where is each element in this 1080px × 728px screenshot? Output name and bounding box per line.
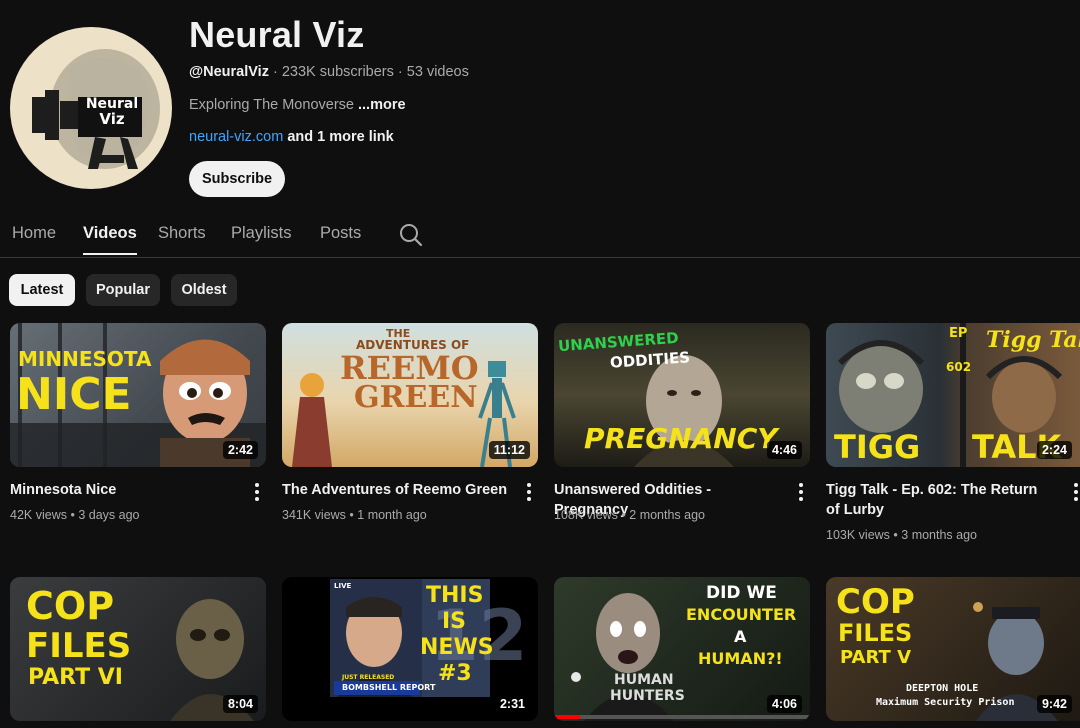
- video-title[interactable]: Minnesota Nice: [10, 480, 242, 500]
- video-duration: 8:04: [222, 695, 258, 713]
- tab-videos[interactable]: Videos: [83, 224, 137, 255]
- thumbnail-text: PART V: [840, 647, 911, 668]
- video-card: COP FILES PART VI 8:04: [10, 577, 266, 721]
- channel-website-link[interactable]: neural-viz.com: [189, 129, 283, 145]
- more-options-icon[interactable]: [522, 481, 536, 503]
- thumbnail-text: PART VI: [28, 665, 123, 690]
- thumbnail-text: MINNESOTA: [18, 347, 152, 371]
- tab-shorts[interactable]: Shorts: [158, 224, 206, 253]
- thumbnail-text: BOMBSHELL REPORT: [342, 683, 436, 692]
- thumbnail-text: HUMAN: [614, 672, 674, 688]
- channel-handle: @NeuralViz: [189, 64, 269, 80]
- thumbnail-text: #3: [438, 661, 472, 686]
- channel-name: Neural Viz: [189, 14, 365, 55]
- upload-age: 2 months ago: [629, 508, 706, 522]
- video-thumbnail[interactable]: LIVE 12 THIS IS NEWS #3 JUST RELEASED BO…: [282, 577, 538, 721]
- thumbnail-text: FILES: [26, 626, 132, 666]
- channel-tabs: Home Videos Shorts Playlists Posts: [0, 214, 1080, 258]
- thumbnail-text: Maximum Security Prison: [876, 697, 1015, 708]
- view-count: 108K views: [554, 508, 618, 522]
- chip-oldest[interactable]: Oldest: [171, 274, 237, 306]
- tab-posts[interactable]: Posts: [320, 224, 361, 253]
- video-card: UNANSWERED ODDITIES PREGNANCY 4:46 Unans…: [554, 323, 810, 522]
- video-duration: 2:24: [1036, 441, 1072, 459]
- video-duration: 9:42: [1036, 695, 1072, 713]
- thumbnail-text: NICE: [16, 369, 132, 420]
- thumbnail-text: LIVE: [334, 582, 352, 590]
- video-card: LIVE 12 THIS IS NEWS #3 JUST RELEASED BO…: [282, 577, 538, 721]
- view-count: 341K views: [282, 508, 346, 522]
- thumbnail-text: FILES: [838, 619, 913, 647]
- video-duration: 4:46: [766, 441, 802, 459]
- video-thumbnail[interactable]: EP 602 Tigg Talk TIGG TALK 2:24: [826, 323, 1080, 467]
- thumbnail-text: PREGNANCY: [584, 422, 778, 455]
- search-icon[interactable]: [398, 222, 424, 248]
- video-thumbnail[interactable]: COP FILES PART V DEEPTON HOLE Maximum Se…: [826, 577, 1080, 721]
- thumbnail-text: HUMAN?!: [698, 649, 783, 668]
- thumbnail-text: EP: [949, 326, 968, 341]
- meta-separator: ·: [393, 64, 407, 80]
- video-card: MINNESOTA NICE 2:42 Minnesota Nice 42K v…: [10, 323, 266, 522]
- thumbnail-text: GREEN: [354, 380, 478, 415]
- video-meta: 108K views • 2 months ago: [554, 508, 706, 522]
- upload-age: 1 month ago: [357, 508, 427, 522]
- thumbnail-text: HUNTERS: [610, 688, 685, 704]
- channel-meta: @NeuralViz · 233K subscribers · 53 video…: [189, 64, 469, 80]
- tab-home[interactable]: Home: [12, 224, 56, 253]
- thumbnail-text: THIS: [426, 583, 484, 608]
- thumbnail-text: TIGG: [834, 428, 921, 466]
- description-text: Exploring The Monoverse: [189, 97, 354, 113]
- video-card: EP 602 Tigg Talk TIGG TALK 2:24 Tigg Tal…: [826, 323, 1080, 542]
- video-duration: 2:31: [494, 695, 530, 713]
- video-title[interactable]: Tigg Talk - Ep. 602: The Return of Lurby: [826, 480, 1048, 520]
- subscriber-count: 233K subscribers: [281, 64, 394, 80]
- video-thumbnail[interactable]: DID WE ENCOUNTER A HUMAN?! HUMAN HUNTERS…: [554, 577, 810, 721]
- video-count: 53 videos: [406, 64, 469, 80]
- video-duration: 2:42: [222, 441, 258, 459]
- channel-description: Exploring The Monoverse ...more: [189, 97, 406, 113]
- video-title[interactable]: The Adventures of Reemo Green: [282, 480, 514, 500]
- subscribe-button[interactable]: Subscribe: [189, 161, 285, 197]
- view-count: 103K views: [826, 528, 890, 542]
- thumbnail-text: COP: [836, 582, 915, 622]
- video-thumbnail[interactable]: COP FILES PART VI 8:04: [10, 577, 266, 721]
- thumbnail-text: COP: [26, 584, 115, 628]
- channel-avatar[interactable]: Neural Viz: [10, 27, 172, 189]
- thumbnail-text: A: [734, 627, 747, 646]
- thumbnail-text: Tigg Talk: [986, 327, 1080, 353]
- thumbnail-text: 602: [946, 360, 972, 374]
- tabs-divider: [0, 257, 1080, 258]
- more-options-icon[interactable]: [250, 481, 264, 503]
- video-duration: 11:12: [488, 441, 530, 459]
- more-options-icon[interactable]: [794, 481, 808, 503]
- video-meta: 42K views • 3 days ago: [10, 508, 140, 522]
- video-duration: 4:06: [766, 695, 802, 713]
- video-card: COP FILES PART V DEEPTON HOLE Maximum Se…: [826, 577, 1080, 721]
- more-options-icon[interactable]: [1069, 481, 1080, 503]
- video-meta: 103K views • 3 months ago: [826, 528, 978, 542]
- video-thumbnail[interactable]: MINNESOTA NICE 2:42: [10, 323, 266, 467]
- thumbnail-text: NEWS: [420, 635, 494, 660]
- view-count: 42K views: [10, 508, 67, 522]
- meta-separator: ·: [268, 64, 282, 80]
- more-links-link[interactable]: and 1 more link: [287, 129, 393, 145]
- thumbnail-text: DEEPTON HOLE: [906, 683, 979, 694]
- video-card: THE ADVENTURES OF REEMO GREEN 11:12 The …: [282, 323, 538, 522]
- upload-age: 3 months ago: [901, 528, 978, 542]
- thumbnail-text: DID WE: [706, 583, 777, 603]
- channel-links: neural-viz.com and 1 more link: [189, 129, 394, 145]
- video-card: DID WE ENCOUNTER A HUMAN?! HUMAN HUNTERS…: [554, 577, 810, 721]
- tab-playlists[interactable]: Playlists: [231, 224, 292, 253]
- description-more-link[interactable]: ...more: [358, 97, 406, 113]
- chip-popular[interactable]: Popular: [86, 274, 160, 306]
- thumbnail-text: IS: [442, 609, 467, 634]
- video-thumbnail[interactable]: UNANSWERED ODDITIES PREGNANCY 4:46: [554, 323, 810, 467]
- thumbnail-text: JUST RELEASED: [342, 674, 395, 681]
- upload-age: 3 days ago: [78, 508, 140, 522]
- avatar-logo-line-2: Viz: [99, 110, 125, 128]
- thumbnail-text: ENCOUNTER: [686, 605, 797, 624]
- video-meta: 341K views • 1 month ago: [282, 508, 427, 522]
- video-thumbnail[interactable]: THE ADVENTURES OF REEMO GREEN 11:12: [282, 323, 538, 467]
- chip-latest[interactable]: Latest: [9, 274, 75, 306]
